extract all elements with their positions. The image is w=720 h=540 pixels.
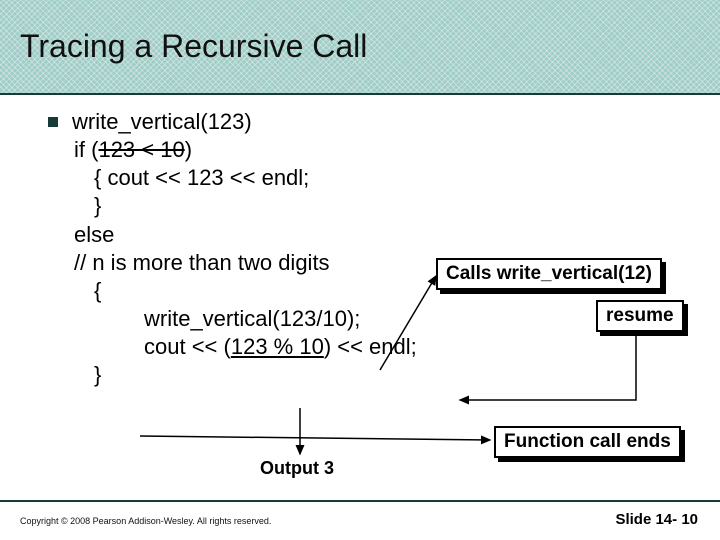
code-line-2b: ) bbox=[185, 137, 192, 162]
bullet-icon bbox=[48, 117, 58, 127]
code-line-3: { cout << 123 << endl; bbox=[48, 164, 700, 192]
code-line-9a: cout << ( bbox=[144, 334, 231, 359]
code-block: write_vertical(123) if (123 < 10) { cout… bbox=[48, 108, 700, 390]
code-line-4: } bbox=[48, 192, 700, 220]
slide-number: Slide 14- 10 bbox=[615, 511, 698, 528]
slide-content: write_vertical(123) if (123 < 10) { cout… bbox=[48, 108, 700, 390]
slide-title: Tracing a Recursive Call bbox=[20, 28, 367, 65]
code-line-1: write_vertical(123) bbox=[72, 109, 252, 134]
callout-resume: resume bbox=[596, 300, 684, 332]
code-line-9b: ) << endl; bbox=[324, 334, 417, 359]
copyright-text: Copyright © 2008 Pearson Addison-Wesley.… bbox=[20, 516, 271, 526]
header-band: Tracing a Recursive Call bbox=[0, 0, 720, 95]
code-line-9-underline: 123 % 10 bbox=[231, 334, 324, 359]
code-line-2-strike: 123 < 10 bbox=[98, 137, 184, 162]
output-label: Output 3 bbox=[260, 458, 334, 479]
callout-calls: Calls write_vertical(12) bbox=[436, 258, 662, 290]
code-line-2a: if ( bbox=[74, 137, 98, 162]
code-line-5: else bbox=[48, 221, 700, 249]
callout-ends: Function call ends bbox=[494, 426, 681, 458]
code-line-10: } bbox=[48, 361, 700, 389]
footer-divider bbox=[0, 500, 720, 502]
